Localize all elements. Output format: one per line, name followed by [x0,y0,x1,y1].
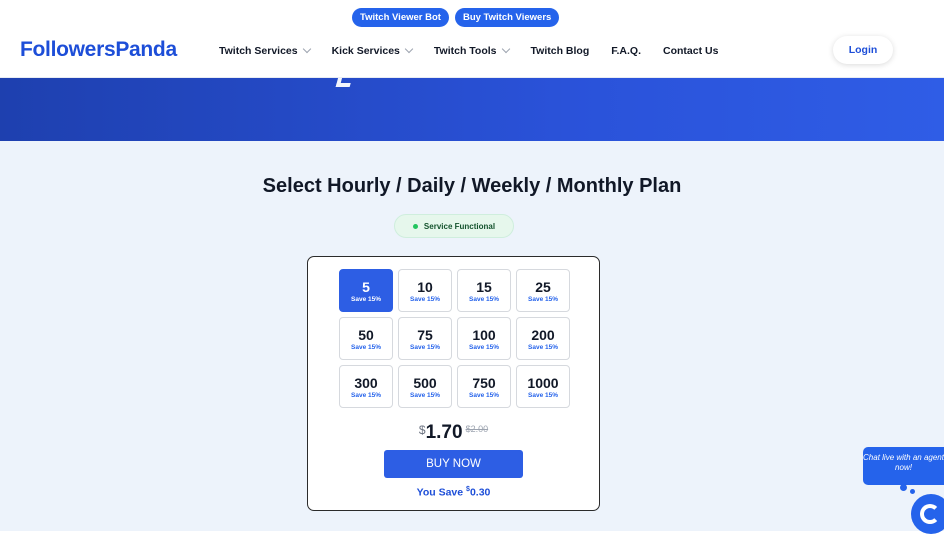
login-button[interactable]: Login [833,36,893,64]
option-savings: Save 15% [351,343,381,351]
price-currency: $ [418,423,426,437]
promo-pill-buy-viewers[interactable]: Buy Twitch Viewers [454,8,560,27]
plan-card: 5 Save 15% 10 Save 15% 15 Save 15% 25 Save 15% 5… [307,256,600,511]
nav-label: Twitch Tools [433,45,497,57]
quantity-option[interactable]: 750 Save 15% [457,365,511,408]
quantity-option[interactable]: 500 Save 15% [398,365,452,408]
chevron-down-icon [501,44,510,54]
option-savings: Save 15% [528,295,558,303]
option-savings: Save 15% [469,343,499,351]
option-savings: Save 15% [469,391,499,399]
option-savings: Save 15% [410,295,440,303]
chevron-down-icon [404,44,414,54]
option-amount: 5 [362,278,370,295]
quantity-option[interactable]: 10 Save 15% [398,269,452,312]
option-amount: 50 [358,326,374,343]
nav-twitch-services[interactable]: Twitch Services [219,44,311,57]
hero-banner [0,77,944,141]
option-savings: Save 15% [528,391,558,399]
quantity-option[interactable]: 1000 Save 15% [516,365,570,408]
plan-title: Select Hourly / Daily / Weekly / Monthly… [262,175,682,197]
option-savings: Save 15% [351,295,381,303]
option-amount: 25 [535,278,551,295]
chat-prompt-bubble[interactable]: Chat live with an agent now! [863,447,944,485]
price-old: $2.00 [465,424,489,434]
option-amount: 15 [476,278,492,295]
chat-icon [920,504,940,524]
option-savings: Save 15% [410,391,440,399]
main-nav: Twitch Services Kick Services Twitch Too… [219,44,740,57]
option-amount: 1000 [527,374,559,391]
chat-bubble-tail [900,484,907,491]
status-text: Service Functional [423,221,496,231]
site-header: Twitch Viewer Bot Buy Twitch Viewers Fol… [0,0,944,78]
chevron-down-icon [302,44,311,54]
quantity-option[interactable]: 15 Save 15% [457,269,511,312]
nav-contact-us[interactable]: Contact Us [663,45,718,57]
option-amount: 10 [417,278,433,295]
price-display: $1.70 $2.00 [308,422,599,444]
nav-twitch-blog[interactable]: Twitch Blog [531,45,590,57]
nav-label: F.A.Q. [611,45,641,57]
option-savings: Save 15% [469,295,499,303]
quantity-option[interactable]: 200 Save 15% [516,317,570,360]
quantity-options: 5 Save 15% 10 Save 15% 15 Save 15% 25 Save 15% 5… [339,269,570,408]
status-badge: Service Functional [394,214,514,238]
quantity-option[interactable]: 75 Save 15% [398,317,452,360]
option-savings: Save 15% [351,391,381,399]
option-amount: 100 [472,326,496,343]
quantity-option[interactable]: 300 Save 15% [339,365,393,408]
savings-amount: 0.30 [469,486,491,499]
option-amount: 750 [472,374,496,391]
nav-faq[interactable]: F.A.Q. [611,45,641,57]
nav-label: Twitch Services [219,45,298,57]
nav-label: Twitch Blog [530,45,590,57]
quantity-option[interactable]: 50 Save 15% [339,317,393,360]
option-amount: 500 [413,374,437,391]
option-savings: Save 15% [528,343,558,351]
promo-pill-viewer-bot[interactable]: Twitch Viewer Bot [352,8,449,27]
logo[interactable]: FollowersPanda [20,38,177,62]
quantity-option[interactable]: 100 Save 15% [457,317,511,360]
option-savings: Save 15% [410,343,440,351]
nav-twitch-tools[interactable]: Twitch Tools [433,44,510,57]
buy-now-button[interactable]: BUY NOW [384,450,523,478]
chat-bubble-tail [910,489,915,494]
nav-label: Contact Us [663,45,719,57]
quantity-option[interactable]: 25 Save 15% [516,269,570,312]
status-dot-icon [412,223,418,229]
nav-kick-services[interactable]: Kick Services [331,44,414,57]
option-amount: 200 [531,326,555,343]
plan-section: Select Hourly / Daily / Weekly / Monthly… [0,141,944,531]
savings-text: You Save $0.30 [308,486,599,499]
option-amount: 75 [417,326,433,343]
promo-pills: Twitch Viewer Bot Buy Twitch Viewers [352,8,560,27]
price-amount: 1.70 [425,422,463,443]
hero-heading-fragment [335,77,353,87]
savings-prefix: You Save [416,486,467,499]
nav-label: Kick Services [331,45,400,57]
quantity-option[interactable]: 5 Save 15% [339,269,393,312]
option-amount: 300 [354,374,378,391]
chat-launcher-button[interactable] [911,494,944,534]
